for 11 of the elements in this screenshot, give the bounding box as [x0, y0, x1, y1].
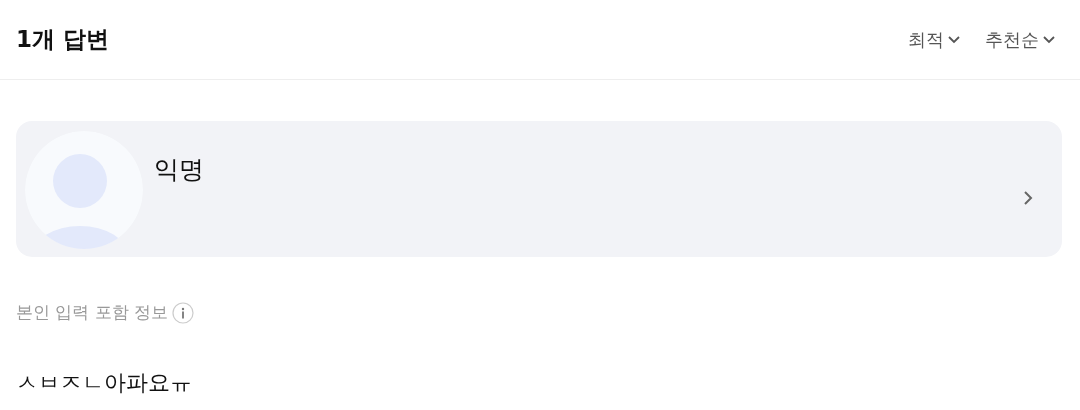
chevron-down-icon — [947, 34, 961, 45]
sort-dropdown[interactable]: 최적 — [908, 27, 961, 52]
author-card[interactable]: 익명 — [16, 121, 1062, 257]
answer-text: ㅅㅂㅈㄴ아파요ㅠ — [16, 369, 193, 397]
info-icon[interactable] — [172, 301, 195, 324]
info-label: 본인 입력 포함 정보 — [16, 301, 169, 324]
sort-dropdown[interactable]: 추천순 — [985, 27, 1056, 52]
answer-count-title: 1개 답변 — [16, 25, 109, 54]
chevron-right-icon — [1022, 189, 1034, 207]
author-name: 익명 — [154, 154, 205, 186]
chevron-down-icon — [1042, 34, 1056, 45]
